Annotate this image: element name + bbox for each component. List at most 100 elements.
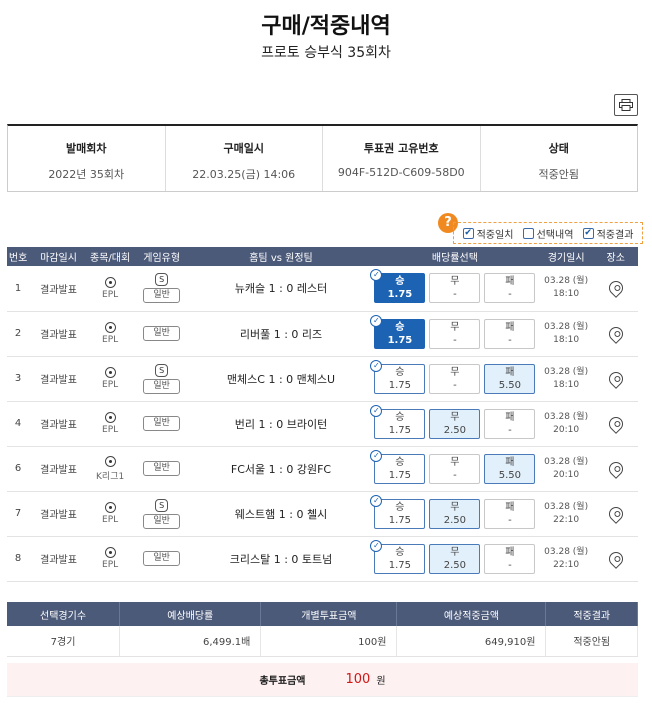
checkbox-icon[interactable]: ✔ bbox=[462, 227, 474, 239]
odds-cell: ✓ 승 1.75 무 2.50 패 - bbox=[370, 401, 539, 447]
odds-button[interactable]: 무- bbox=[429, 318, 481, 349]
special-badge: S bbox=[155, 273, 169, 287]
game-row: 4 결과발표 EPL 일반 번리 1 : 0 브라이턴 ✓ 승 1.75 무 2.50 패 -03.2… bbox=[7, 401, 638, 447]
odds-button[interactable]: ✓ 승 1.75 bbox=[370, 404, 426, 439]
odds-label: 패 bbox=[505, 411, 515, 423]
odds-button[interactable]: 패- bbox=[484, 318, 536, 349]
odds-value: 2.50 bbox=[443, 559, 467, 571]
total-label: 총투표금액 bbox=[259, 676, 306, 687]
game-number: 1 bbox=[7, 266, 30, 312]
col-header: 마감일시 bbox=[29, 247, 88, 266]
info-value: 적중안됨 bbox=[538, 168, 579, 181]
odds-label: 무 bbox=[450, 546, 460, 558]
odds-value: - bbox=[508, 424, 512, 436]
location-pin-icon[interactable] bbox=[605, 503, 626, 524]
place-cell bbox=[593, 311, 638, 357]
checkbox-icon[interactable]: ✔ bbox=[582, 227, 594, 239]
odds-label: 무 bbox=[450, 321, 460, 333]
odds-label: 승 bbox=[395, 546, 405, 558]
date-cell: 03.28 (월) 20:10 bbox=[538, 401, 594, 447]
soccer-ball-icon bbox=[104, 455, 116, 467]
league-name: EPL bbox=[102, 425, 119, 435]
game-row: 1 결과발표 EPL S 일반 뉴캐슬 1 : 0 레스터 ✓ 승 1.75 무 - 패 - 03.28 … bbox=[7, 266, 638, 312]
col-header: 홈팀 vs 원정팀 bbox=[191, 247, 371, 266]
odds-button[interactable]: 패- bbox=[484, 498, 536, 529]
location-pin-icon[interactable] bbox=[605, 323, 626, 344]
bet-amount: 100원 bbox=[260, 626, 398, 657]
odds-button[interactable]: 패 5.50 bbox=[484, 453, 536, 484]
odds-value: 5.50 bbox=[498, 469, 522, 481]
game-type-cell: S 일반 bbox=[132, 266, 191, 312]
game-date: 03.28 (월) bbox=[544, 501, 589, 512]
odds-value: - bbox=[508, 559, 512, 571]
check-icon: ✓ bbox=[370, 359, 383, 372]
location-pin-icon[interactable] bbox=[605, 368, 626, 389]
odds-button[interactable]: 무 2.50 bbox=[429, 543, 481, 574]
odds-button[interactable]: 무- bbox=[429, 273, 481, 304]
game-number: 3 bbox=[7, 356, 30, 402]
odds-value: 1.75 bbox=[388, 559, 412, 571]
odds-button[interactable]: 무- bbox=[429, 363, 481, 394]
info-round: 발매회차 2022년 35회차 bbox=[8, 126, 166, 191]
location-pin-icon[interactable] bbox=[605, 548, 626, 569]
odds-button[interactable]: ✓ 승 1.75 bbox=[370, 449, 426, 484]
odds-button[interactable]: ✓ 승 1.75 bbox=[370, 359, 426, 394]
location-pin-icon[interactable] bbox=[605, 278, 626, 299]
odds-button[interactable]: ✓ 승 1.75 bbox=[370, 314, 426, 349]
league-cell: EPL bbox=[87, 266, 133, 312]
odds-label: 무 bbox=[450, 501, 460, 513]
odds-label: 승 bbox=[395, 366, 405, 378]
game-time: 20:10 bbox=[553, 469, 580, 480]
odds-button[interactable]: 패- bbox=[484, 543, 536, 574]
league-name: EPL bbox=[102, 560, 119, 570]
game-row: 6 결과발표 K리그1 일반 FC서울 1 : 0 강원FC ✓ 승 1.75 무 - 패 5.50 0… bbox=[7, 446, 638, 492]
odds-value: 1.75 bbox=[388, 424, 412, 436]
checkbox-icon[interactable] bbox=[522, 227, 534, 239]
match-cell: 크리스탈 1 : 0 토트넘 bbox=[191, 536, 371, 582]
filter-hit-match[interactable]: ✔ 적중일치 bbox=[462, 226, 513, 241]
odds-button[interactable]: 무 2.50 bbox=[429, 498, 481, 529]
odds-label: 패 bbox=[505, 321, 515, 333]
location-pin-icon[interactable] bbox=[605, 413, 626, 434]
game-number: 7 bbox=[7, 491, 30, 537]
soccer-ball-icon bbox=[104, 276, 116, 288]
place-cell bbox=[593, 491, 638, 537]
league-cell: EPL bbox=[87, 536, 133, 582]
filter-hit-result[interactable]: ✔ 적중결과 bbox=[582, 226, 633, 241]
print-button[interactable] bbox=[614, 94, 638, 116]
game-number: 8 bbox=[7, 536, 30, 582]
game-date: 03.28 (월) bbox=[544, 276, 589, 287]
summary-header-row: 선택경기수 예상배당률 개별투표금액 예상적중금액 적중결과 bbox=[7, 602, 638, 626]
odds-value: 1.75 bbox=[388, 469, 412, 481]
odds-button[interactable]: 무- bbox=[429, 453, 481, 484]
odds-button[interactable]: 패 5.50 bbox=[484, 363, 536, 394]
col-header: 종목/대회 bbox=[87, 247, 133, 266]
odds-button[interactable]: 패- bbox=[484, 273, 536, 304]
odds-label: 승 bbox=[395, 321, 405, 333]
odds-value: 2.50 bbox=[443, 514, 467, 526]
game-date: 03.28 (월) bbox=[544, 456, 589, 467]
filter-selection[interactable]: 선택내역 bbox=[522, 226, 573, 241]
odds-value: - bbox=[453, 289, 457, 301]
odds-button[interactable]: ✓ 승 1.75 bbox=[370, 494, 426, 529]
game-type-badge: 일반 bbox=[143, 551, 180, 566]
page-title: 구매/적중내역 bbox=[261, 14, 391, 39]
odds-value: - bbox=[453, 334, 457, 346]
odds-button[interactable]: 패- bbox=[484, 408, 536, 439]
location-pin-icon[interactable] bbox=[605, 458, 626, 479]
check-icon: ✓ bbox=[370, 494, 383, 507]
odds-button[interactable]: ✓ 승 1.75 bbox=[370, 539, 426, 574]
odds-button[interactable]: ✓ 승 1.75 bbox=[370, 269, 426, 304]
game-time: 22:10 bbox=[553, 559, 580, 570]
close-status: 결과발표 bbox=[29, 266, 88, 312]
info-ticket-id: 투표권 고유번호 904F-512D-C609-58D0 bbox=[323, 126, 481, 191]
odds-value: 1.75 bbox=[388, 379, 412, 391]
odds-value: - bbox=[508, 514, 512, 526]
game-time: 20:10 bbox=[553, 424, 580, 435]
odds-value: - bbox=[508, 289, 512, 301]
date-cell: 03.28 (월) 18:10 bbox=[538, 311, 594, 357]
odds-button[interactable]: 무 2.50 bbox=[429, 408, 481, 439]
match-result: 뉴캐슬 1 : 0 레스터 bbox=[234, 282, 328, 296]
game-type-cell: 일반 bbox=[132, 446, 191, 492]
place-cell bbox=[593, 266, 638, 312]
